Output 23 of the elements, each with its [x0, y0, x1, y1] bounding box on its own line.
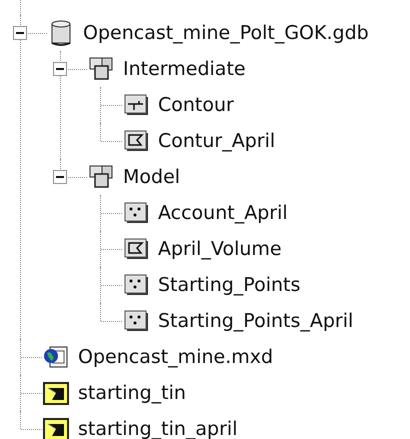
stacked-squares-icon — [87, 164, 115, 190]
tree-item-label[interactable]: Intermediate — [123, 58, 246, 80]
line-icon — [122, 92, 150, 118]
tree-item-label[interactable]: Opencast_mine_Polt_GOK.gdb — [83, 22, 369, 44]
tree-item-label[interactable]: Contour — [158, 94, 234, 116]
tree-item-label[interactable]: Model — [123, 166, 180, 188]
collapse-button[interactable] — [13, 26, 27, 40]
globe-document-icon — [42, 344, 70, 370]
stacked-squares-icon — [87, 56, 115, 82]
collapse-button[interactable] — [53, 170, 67, 184]
polygon-icon — [122, 236, 150, 262]
tree-item-label[interactable]: April_Volume — [158, 238, 282, 260]
tree-item-label[interactable]: Starting_Points — [158, 274, 300, 296]
points-icon — [122, 272, 150, 298]
points-icon — [122, 200, 150, 226]
polygon-icon — [122, 128, 150, 154]
tree-item-label[interactable]: Contur_April — [158, 130, 276, 152]
collapse-button[interactable] — [53, 62, 67, 76]
tree-item-label[interactable]: Account_April — [158, 202, 288, 224]
tree-item-label[interactable]: Opencast_mine.mxd — [78, 346, 274, 368]
points-icon — [122, 308, 150, 334]
tree-item-label[interactable]: starting_tin — [78, 382, 186, 404]
tree-item-label[interactable]: Starting_Points_April — [158, 310, 354, 332]
